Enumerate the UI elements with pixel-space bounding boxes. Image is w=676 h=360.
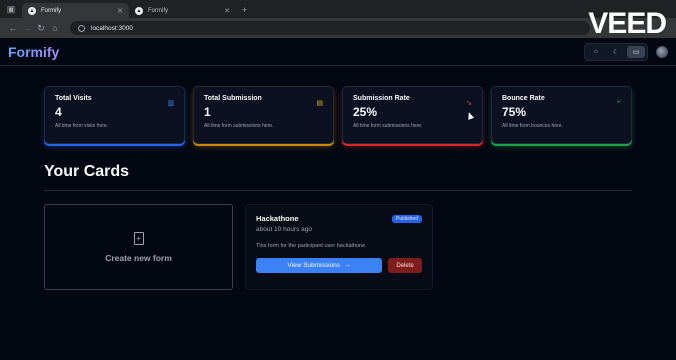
site-info-icon[interactable] <box>78 24 85 32</box>
app-header: Formify ☼ ☾ ▭ <box>0 38 676 66</box>
address-bar-row: ← → ↻ ⌂ localhost:3000 <box>0 18 676 38</box>
stat-help: All time form submissions here. <box>353 123 423 129</box>
split-icon: ⑂ <box>616 99 621 106</box>
stat-title: Submission Rate <box>353 95 410 102</box>
view-submissions-label: View Submissions <box>287 262 341 269</box>
url-text: localhost:3000 <box>91 24 133 32</box>
section-title: Your Cards <box>44 163 130 180</box>
form-name: Hackathone <box>256 214 299 223</box>
stats-row: Total Visits 4 All time form visits here… <box>44 86 632 144</box>
form-card: Hackathone Published about 10 hours ago … <box>245 204 433 290</box>
new-tab-icon[interactable]: + <box>242 5 247 15</box>
profile-icon[interactable]: ▣ <box>4 2 18 16</box>
url-field[interactable]: localhost:3000 <box>70 21 590 35</box>
delete-button[interactable]: Delete <box>388 258 422 273</box>
stat-help: All time form visits here. <box>55 123 109 129</box>
stat-card-total-submission: Total Submission 1 All time form submiss… <box>193 86 334 144</box>
stat-title: Total Submission <box>204 95 262 102</box>
eye-icon: ▥ <box>167 100 174 107</box>
form-actions: View Submissions → Delete <box>256 258 422 273</box>
back-icon[interactable]: ← <box>6 23 20 33</box>
divider <box>44 190 632 191</box>
form-card-header: Hackathone Published <box>256 214 422 223</box>
file-plus-icon: + <box>133 231 144 245</box>
tab-title: Formify <box>41 7 61 14</box>
forward-icon[interactable]: → <box>20 23 34 33</box>
vercel-favicon-icon: ▲ <box>135 6 143 15</box>
monitor-icon[interactable]: ▭ <box>627 45 645 58</box>
stat-value: 75% <box>502 105 527 119</box>
stat-card-bounce-rate: Bounce Rate 75% All time form bounces he… <box>491 86 632 144</box>
arrow-right-icon: → <box>344 262 351 269</box>
form-timestamp: about 10 hours ago <box>256 226 313 233</box>
form-description: This form for the participant user hacka… <box>256 243 367 249</box>
stat-help: All time form bounces here. <box>502 123 563 129</box>
create-form-button[interactable]: + Create new form <box>44 204 233 290</box>
stat-value: 25% <box>353 105 378 119</box>
browser-tab[interactable]: ▲ Formify ✕ <box>129 3 236 18</box>
stat-title: Bounce Rate <box>502 95 545 102</box>
stat-title: Total Visits <box>55 95 92 102</box>
stat-value: 1 <box>204 105 211 119</box>
tab-title: Formify <box>148 7 168 14</box>
moon-icon[interactable]: ☾ <box>607 46 625 58</box>
home-icon[interactable]: ⌂ <box>48 23 62 33</box>
browser-tab-active[interactable]: ▲ Formify ✕ <box>22 3 129 18</box>
avatar[interactable] <box>656 45 668 58</box>
close-tab-icon[interactable]: ✕ <box>224 7 230 15</box>
status-badge: Published <box>392 214 422 223</box>
create-form-label: Create new form <box>105 252 172 263</box>
file-icon: ▤ <box>316 100 323 107</box>
pointer-icon: ➘ <box>466 100 472 107</box>
app-logo[interactable]: Formify <box>8 44 59 60</box>
stat-card-submission-rate: Submission Rate 25% All time form submis… <box>342 86 483 144</box>
browser-tab-bar: ▣ ▲ Formify ✕ ▲ Formify ✕ + <box>0 0 676 18</box>
veed-watermark: VEED <box>588 7 667 40</box>
stat-help: All time form submissions here. <box>204 123 274 129</box>
sun-icon[interactable]: ☼ <box>587 46 605 58</box>
reload-icon[interactable]: ↻ <box>34 23 48 34</box>
view-submissions-button[interactable]: View Submissions → <box>256 258 382 273</box>
vercel-favicon-icon: ▲ <box>28 6 36 15</box>
stat-value: 4 <box>55 105 62 119</box>
theme-toggle: ☼ ☾ ▭ <box>584 42 648 61</box>
close-tab-icon[interactable]: ✕ <box>117 7 123 15</box>
stat-card-total-visits: Total Visits 4 All time form visits here… <box>44 86 185 144</box>
